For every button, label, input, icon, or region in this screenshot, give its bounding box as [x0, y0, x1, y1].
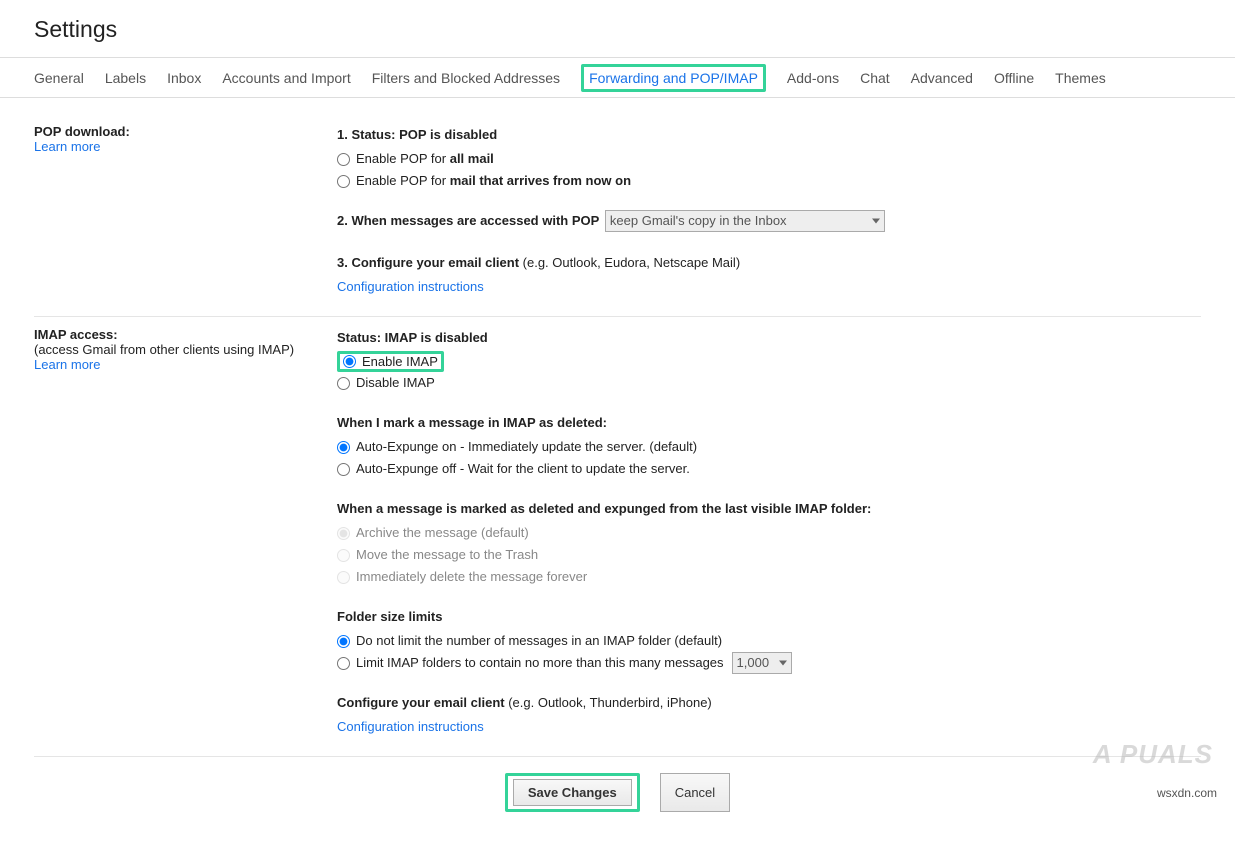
cancel-button[interactable]: Cancel	[660, 773, 730, 812]
highlight-forwarding-tab: Forwarding and POP/IMAP	[581, 64, 766, 92]
imap-archive-label: Archive the message (default)	[356, 522, 529, 544]
imap-status-label: Status:	[337, 330, 385, 345]
imap-expunge-on-label: Auto-Expunge on - Immediately update the…	[356, 436, 697, 458]
tab-chat[interactable]: Chat	[860, 70, 890, 86]
tab-labels[interactable]: Labels	[105, 70, 146, 86]
tab-advanced[interactable]: Advanced	[911, 70, 973, 86]
imap-subheading: (access Gmail from other clients using I…	[34, 342, 337, 357]
pop-status-label: 1. Status:	[337, 127, 399, 142]
tab-themes[interactable]: Themes	[1055, 70, 1106, 86]
imap-configure-hint: (e.g. Outlook, Thunderbird, iPhone)	[508, 695, 712, 710]
pop-enable-all-radio[interactable]	[337, 153, 350, 166]
tab-addons[interactable]: Add-ons	[787, 70, 839, 86]
imap-section: IMAP access: (access Gmail from other cl…	[34, 316, 1201, 756]
pop-enable-new-radio[interactable]	[337, 175, 350, 188]
tab-accounts[interactable]: Accounts and Import	[222, 70, 350, 86]
imap-enable-label: Enable IMAP	[362, 354, 438, 369]
pop-status-value: POP is disabled	[399, 127, 497, 142]
imap-config-link[interactable]: Configuration instructions	[337, 719, 484, 734]
pop-action-select[interactable]: keep Gmail's copy in the Inbox	[605, 210, 885, 232]
imap-status-value: IMAP is disabled	[385, 330, 488, 345]
save-button[interactable]: Save Changes	[513, 779, 632, 806]
imap-disable-label: Disable IMAP	[356, 372, 435, 394]
imap-heading: IMAP access:	[34, 327, 337, 342]
imap-trash-label: Move the message to the Trash	[356, 544, 538, 566]
imap-learn-more-link[interactable]: Learn more	[34, 357, 100, 372]
imap-configure-label: Configure your email client	[337, 695, 508, 710]
imap-delete-forever-radio[interactable]	[337, 571, 350, 584]
imap-folder-heading: Folder size limits	[337, 606, 1201, 628]
imap-expunge-off-radio[interactable]	[337, 463, 350, 476]
tab-filters[interactable]: Filters and Blocked Addresses	[372, 70, 560, 86]
imap-limit-select[interactable]: 1,000	[732, 652, 792, 674]
imap-nolimit-label: Do not limit the number of messages in a…	[356, 630, 722, 652]
pop-config-link[interactable]: Configuration instructions	[337, 279, 484, 294]
imap-expunge-off-label: Auto-Expunge off - Wait for the client t…	[356, 458, 690, 480]
imap-archive-radio[interactable]	[337, 527, 350, 540]
highlight-save-button: Save Changes	[505, 773, 640, 812]
button-row: Save Changes Cancel	[34, 756, 1201, 842]
pop-enable-all-label: Enable POP for all mail	[356, 148, 494, 170]
imap-expunged-heading: When a message is marked as deleted and …	[337, 498, 1201, 520]
highlight-enable-imap: Enable IMAP	[337, 351, 444, 372]
imap-limit-label: Limit IMAP folders to contain no more th…	[356, 652, 724, 674]
pop-heading: POP download:	[34, 124, 337, 139]
tab-offline[interactable]: Offline	[994, 70, 1034, 86]
pop-learn-more-link[interactable]: Learn more	[34, 139, 100, 154]
imap-trash-radio[interactable]	[337, 549, 350, 562]
imap-delete-forever-label: Immediately delete the message forever	[356, 566, 587, 588]
settings-tabs: General Labels Inbox Accounts and Import…	[0, 57, 1235, 98]
imap-enable-radio[interactable]	[343, 355, 356, 368]
tab-general[interactable]: General	[34, 70, 84, 86]
imap-expunge-on-radio[interactable]	[337, 441, 350, 454]
pop-configure-hint: (e.g. Outlook, Eudora, Netscape Mail)	[523, 255, 741, 270]
tab-inbox[interactable]: Inbox	[167, 70, 201, 86]
tab-forwarding[interactable]: Forwarding and POP/IMAP	[589, 70, 758, 86]
page-title: Settings	[0, 0, 1235, 57]
pop-configure-label: 3. Configure your email client	[337, 255, 523, 270]
imap-limit-radio[interactable]	[337, 657, 350, 670]
imap-mark-deleted-heading: When I mark a message in IMAP as deleted…	[337, 412, 1201, 434]
pop-enable-new-label: Enable POP for mail that arrives from no…	[356, 170, 631, 192]
pop-section: POP download: Learn more 1. Status: POP …	[34, 114, 1201, 316]
imap-nolimit-radio[interactable]	[337, 635, 350, 648]
imap-disable-radio[interactable]	[337, 377, 350, 390]
pop-accessed-label: 2. When messages are accessed with POP	[337, 213, 599, 228]
